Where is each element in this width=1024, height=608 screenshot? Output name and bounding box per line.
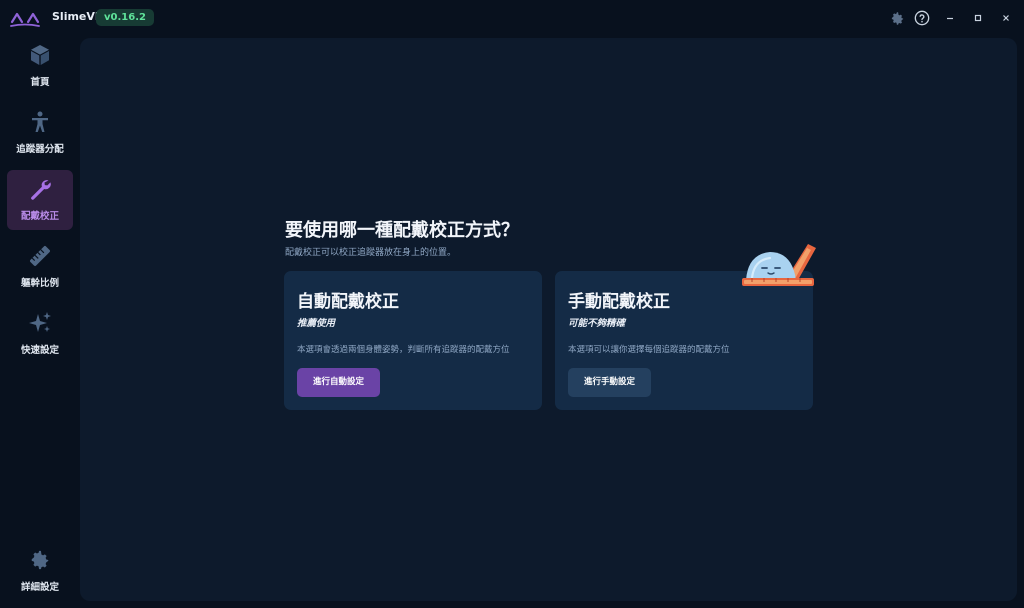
ruler-icon (27, 243, 53, 269)
card-title: 手動配戴校正 (568, 292, 670, 312)
sidebar-item-quick-setup[interactable]: 快速設定 (7, 304, 73, 364)
minimize-icon[interactable] (942, 10, 958, 26)
card-title: 自動配戴校正 (297, 292, 399, 312)
sidebar-item-tracker-assignment[interactable]: 追蹤器分配 (7, 103, 73, 163)
page-subtitle: 配戴校正可以校正追蹤器放在身上的位置。 (285, 248, 457, 258)
card-description: 本選項會透過兩個身體姿勢，判斷所有追蹤器的配戴方位 (297, 345, 510, 355)
sidebar-item-settings[interactable]: 詳細設定 (7, 541, 73, 601)
sidebar-item-home[interactable]: 首頁 (7, 36, 73, 96)
app-window: SlimeVR v0.16.2 首頁 追蹤器分配 配戴校正 軀幹比例 快速設定 … (0, 0, 1024, 608)
gear-icon (27, 547, 53, 573)
auto-calibration-card: 自動配戴校正 推薦使用 本選項會透過兩個身體姿勢，判斷所有追蹤器的配戴方位 進行… (284, 271, 542, 410)
page-title: 要使用哪一種配戴校正方式？ (285, 220, 519, 241)
sparkles-icon (27, 310, 53, 336)
sidebar-item-body-proportions[interactable]: 軀幹比例 (7, 237, 73, 297)
sidebar-item-mounting-calibration[interactable]: 配戴校正 (7, 170, 73, 230)
sidebar-item-label: 首頁 (30, 77, 50, 88)
help-circle-icon[interactable] (914, 10, 930, 26)
title-bar[interactable]: SlimeVR v0.16.2 (0, 0, 1024, 36)
main-panel: 要使用哪一種配戴校正方式？ 配戴校正可以校正追蹤器放在身上的位置。 自動配戴校正… (80, 38, 1017, 601)
wrench-icon (27, 176, 53, 202)
sidebar-item-label: 快速設定 (20, 345, 59, 356)
card-description: 本選項可以讓你選擇每個追蹤器的配戴方位 (568, 345, 730, 355)
sidebar: 首頁 追蹤器分配 配戴校正 軀幹比例 快速設定 詳細設定 (0, 36, 80, 608)
manual-setup-button[interactable]: 進行手動設定 (568, 368, 652, 397)
sidebar-item-label: 配戴校正 (20, 211, 59, 222)
close-icon[interactable] (998, 10, 1014, 26)
maximize-icon[interactable] (970, 10, 986, 26)
card-tag: 可能不夠精確 (568, 318, 626, 329)
cube-icon (27, 42, 53, 68)
slime-mascot-icon (742, 244, 816, 286)
gear-icon[interactable] (889, 10, 905, 26)
slimevr-logo-icon (10, 12, 40, 27)
sidebar-item-label: 追蹤器分配 (16, 144, 64, 155)
person-icon (27, 109, 53, 135)
auto-setup-button[interactable]: 進行自動設定 (297, 368, 381, 397)
card-tag: 推薦使用 (297, 318, 336, 329)
sidebar-item-label: 詳細設定 (20, 582, 59, 593)
version-badge[interactable]: v0.16.2 (96, 9, 154, 26)
sidebar-item-label: 軀幹比例 (20, 278, 59, 289)
